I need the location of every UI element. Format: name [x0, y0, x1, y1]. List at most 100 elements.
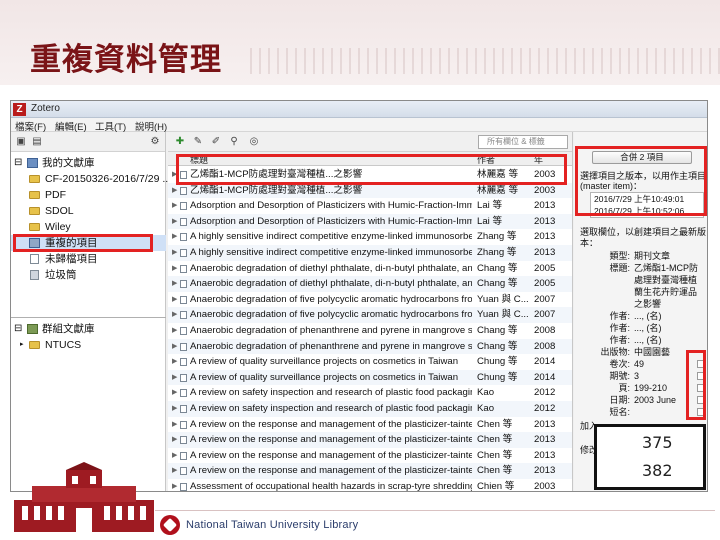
expand-icon[interactable]: ▸: [20, 337, 24, 353]
column-creator[interactable]: 作者: [477, 153, 495, 166]
expand-icon[interactable]: ▶: [172, 432, 177, 448]
tree-item-trash[interactable]: 垃圾筒: [11, 267, 166, 283]
collapse-icon[interactable]: ⊟: [14, 321, 22, 337]
item-creator: Chen 等: [477, 418, 513, 430]
expand-icon[interactable]: ▶: [172, 463, 177, 479]
item-row[interactable]: ▶ A review on the response and management…: [168, 417, 572, 433]
expand-icon[interactable]: ▶: [172, 292, 177, 308]
item-row[interactable]: ▶ Anaerobic degradation of phenanthrene a…: [168, 323, 572, 339]
folder-icon: [29, 191, 40, 199]
field-value: 3: [634, 371, 640, 381]
expand-icon[interactable]: ▶: [172, 479, 177, 491]
column-title[interactable]: 標題: [190, 153, 208, 166]
locate-icon[interactable]: ◎: [248, 136, 260, 148]
trash-icon: [30, 270, 39, 280]
menu-edit[interactable]: 編輯(E): [55, 119, 87, 133]
tree-item-collection[interactable]: PDF: [11, 187, 166, 203]
choose-field-version-icon[interactable]: [697, 396, 705, 404]
expand-icon[interactable]: ▶: [172, 448, 177, 464]
item-row[interactable]: ▶ 乙烯酯1-MCP防處理對臺灣種植...之影響 林麗嘉 等 2003: [168, 167, 572, 183]
expand-icon[interactable]: ▶: [172, 245, 177, 261]
item-row[interactable]: ▶ A review of quality surveillance projec…: [168, 369, 572, 386]
attachment-icon[interactable]: ⚲: [228, 136, 240, 148]
version-option[interactable]: 2016/7/29 上午10:52:06: [591, 205, 703, 217]
expand-icon[interactable]: ▶: [172, 198, 177, 214]
tree-item-my-library[interactable]: ⊟ 我的文獻庫: [11, 155, 166, 171]
expand-icon[interactable]: ▶: [172, 276, 177, 292]
item-row[interactable]: ▶ Anaerobic degradation of diethyl phthal…: [168, 276, 572, 292]
new-item-icon[interactable]: ✚: [174, 136, 186, 148]
item-row[interactable]: ▶ Adsorption and Desorption of Plasticize…: [168, 213, 572, 230]
expand-icon[interactable]: ▶: [172, 229, 177, 245]
field-value: 中國園藝: [634, 347, 671, 357]
item-row[interactable]: ▶ Anaerobic degradation of diethyl phthal…: [168, 261, 572, 277]
search-input[interactable]: 所有欄位 & 標籤: [478, 135, 568, 149]
column-year[interactable]: 年: [534, 153, 543, 166]
item-year: 2005: [534, 278, 556, 290]
item-row[interactable]: ▶ A review of quality surveillance projec…: [168, 354, 572, 370]
journal-article-icon: [180, 280, 187, 289]
item-row[interactable]: ▶ 乙烯酯1-MCP防處理對臺灣種植...之影響 林麗嘉 等 2003: [168, 182, 572, 199]
choose-field-version-icon[interactable]: [697, 384, 705, 392]
tree-item-collection[interactable]: CF-20150326-2016/7/29 ...: [11, 171, 171, 187]
expand-icon[interactable]: ▶: [172, 183, 177, 199]
menu-help[interactable]: 說明(H): [135, 119, 167, 133]
item-year: 2013: [534, 200, 556, 212]
item-row[interactable]: ▶ A review on the response and management…: [168, 432, 572, 448]
item-row[interactable]: ▶ Adsorption and Desorption of Plasticize…: [168, 198, 572, 214]
item-row[interactable]: ▶ A highly sensitive indirect competitive…: [168, 245, 572, 261]
journal-article-icon: [180, 342, 187, 351]
version-option[interactable]: 2016/7/29 上午10:49:01: [591, 193, 703, 205]
add-by-identifier-icon[interactable]: ✎: [192, 136, 204, 148]
menu-file[interactable]: 檔案(F): [15, 119, 46, 133]
expand-icon[interactable]: ▶: [172, 385, 177, 401]
new-collection-icon[interactable]: ▣: [15, 136, 27, 148]
item-row[interactable]: ▶ Anaerobic degradation of five polycycli…: [168, 307, 572, 323]
tree-item-duplicates[interactable]: 重複的項目: [11, 235, 166, 251]
merge-items-button[interactable]: 合併 2 項目: [592, 151, 692, 164]
expand-icon[interactable]: ▶: [172, 167, 177, 183]
journal-article-icon: [180, 451, 187, 460]
tree-item-group-libraries[interactable]: ⊟ 群組文獻庫: [11, 321, 166, 337]
expand-icon[interactable]: ▶: [172, 339, 177, 355]
item-creator: Kao: [477, 387, 495, 399]
expand-icon[interactable]: ▶: [172, 401, 177, 417]
item-row[interactable]: ▶ A review on safety inspection and resea…: [168, 385, 572, 401]
merge-pane: 合併 2 項目 選擇項目之版本，以用作主項目 (master item)： 20…: [574, 132, 707, 491]
item-row[interactable]: ▶ Assessment of occupational health hazar…: [168, 479, 572, 492]
item-year: 2003: [534, 481, 556, 492]
item-row[interactable]: ▶ Anaerobic degradation of phenanthrene a…: [168, 338, 572, 355]
item-title: A review on safety inspection and resear…: [190, 387, 472, 399]
journal-article-icon: [180, 264, 187, 273]
expand-icon[interactable]: ▶: [172, 370, 177, 386]
expand-icon[interactable]: ▶: [172, 323, 177, 339]
item-row[interactable]: ▶ A review on the response and management…: [168, 463, 572, 479]
tree-item-label: CF-20150326-2016/7/29 ...: [45, 173, 172, 185]
gear-icon[interactable]: ⚙: [149, 136, 161, 148]
item-row[interactable]: ▶ A review on safety inspection and resea…: [168, 401, 572, 417]
expand-icon[interactable]: ▶: [172, 261, 177, 277]
pane-divider[interactable]: [11, 317, 166, 318]
menu-tools[interactable]: 工具(T): [95, 119, 126, 133]
expand-icon[interactable]: ▶: [172, 307, 177, 323]
tree-item-unfiled[interactable]: 未歸檔項目: [11, 251, 166, 267]
expand-icon[interactable]: ▶: [172, 354, 177, 370]
tree-item-label: 垃圾筒: [45, 269, 77, 281]
tree-item-group[interactable]: ▸ NTUCS: [11, 337, 166, 353]
item-row[interactable]: ▶ A highly sensitive indirect competitive…: [168, 229, 572, 245]
choose-field-version-icon[interactable]: [697, 372, 705, 380]
item-row[interactable]: ▶ Anaerobic degradation of five polycycli…: [168, 292, 572, 308]
new-note-icon[interactable]: ✐: [210, 136, 222, 148]
item-year: 2013: [534, 231, 556, 243]
new-group-icon[interactable]: ▤: [31, 136, 43, 148]
collapse-icon[interactable]: ⊟: [14, 155, 22, 171]
tree-item-collection[interactable]: Wiley: [11, 219, 166, 235]
choose-field-version-icon[interactable]: [697, 408, 705, 416]
item-title: Anaerobic degradation of phenanthrene an…: [190, 325, 472, 336]
expand-icon[interactable]: ▶: [172, 214, 177, 230]
choose-field-version-icon[interactable]: [697, 360, 705, 368]
expand-icon[interactable]: ▶: [172, 417, 177, 433]
tree-item-collection[interactable]: SDOL: [11, 203, 166, 219]
field-label: 作者:: [609, 311, 630, 321]
item-row[interactable]: ▶ A review on the response and management…: [168, 448, 572, 464]
